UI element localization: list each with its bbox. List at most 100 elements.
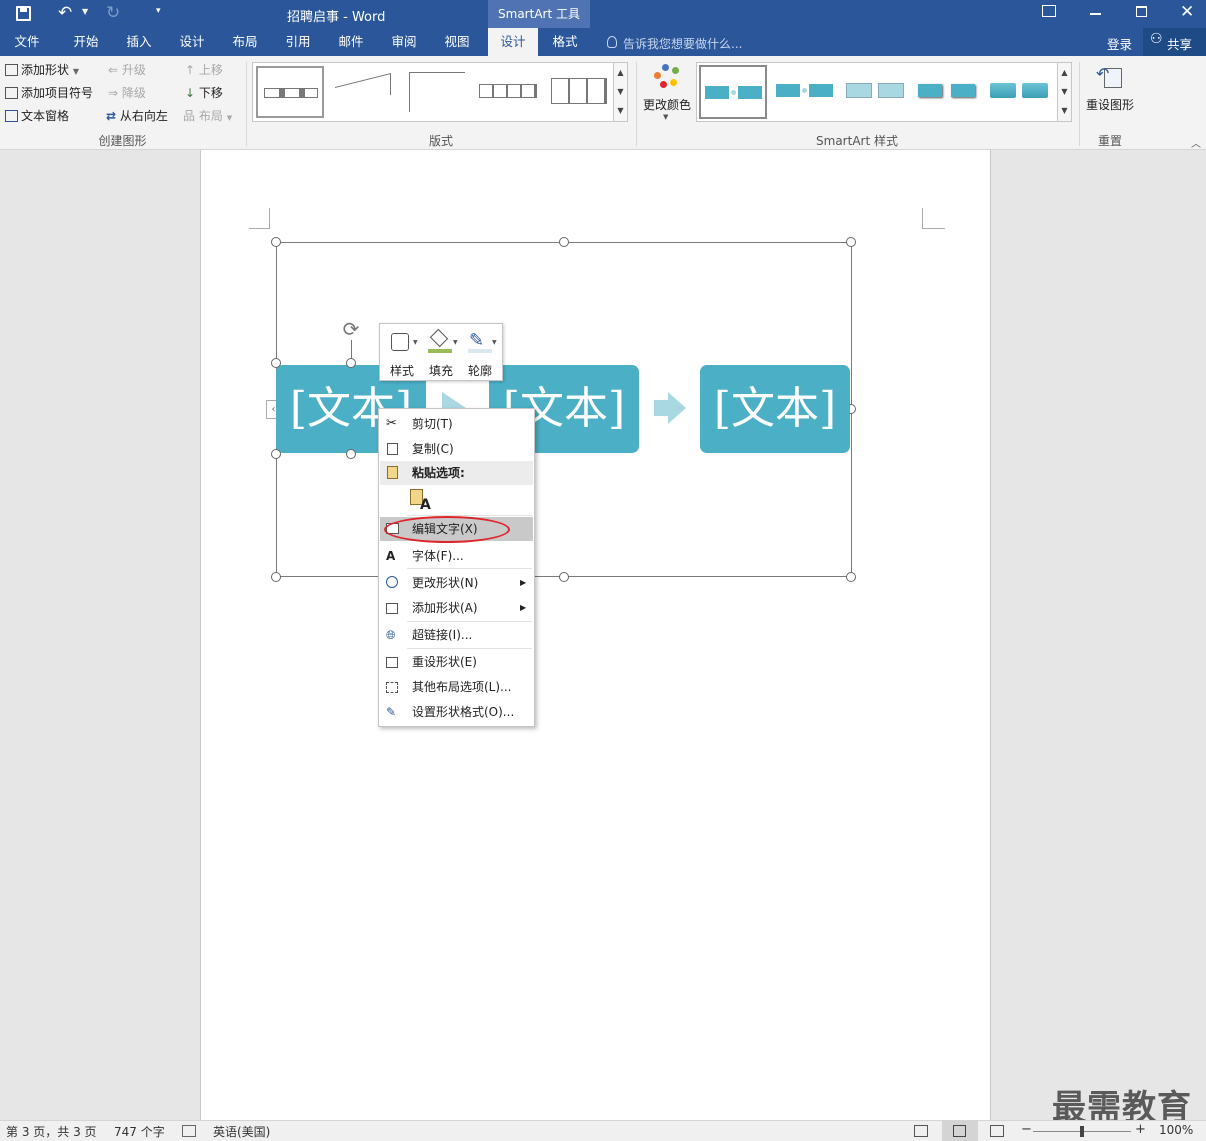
menu-item-change-shape[interactable]: 更改形状(N) ▶ <box>380 571 533 595</box>
style-option-intense-effect[interactable] <box>987 65 1053 119</box>
arrow-up-icon: ↑ <box>185 63 196 77</box>
shape-outline-button[interactable]: ✎ ▼ 轮廓 <box>460 326 500 378</box>
shape-resize-handle[interactable] <box>271 358 281 368</box>
demote-button[interactable]: ⇒ 降级 <box>108 84 146 102</box>
right-to-left-label: 从右向左 <box>119 109 168 123</box>
menu-item-copy[interactable]: 复制(C) <box>380 437 533 461</box>
shape-resize-handle[interactable] <box>346 358 356 368</box>
tab-view[interactable]: 视图 <box>433 28 481 56</box>
tab-insert[interactable]: 插入 <box>115 28 163 56</box>
scroll-down-icon[interactable]: ▼ <box>1058 82 1071 101</box>
menu-item-more-layout-options[interactable]: 其他布局选项(L)... <box>380 675 533 699</box>
layout-option-step-process[interactable] <box>329 66 397 118</box>
tell-me-box[interactable]: 告诉我您想要做什么... <box>623 35 742 52</box>
layouts-scroll[interactable]: ▲ ▼ ▼ <box>613 63 627 121</box>
print-layout-icon[interactable] <box>942 1121 978 1141</box>
maximize-button[interactable] <box>1136 6 1147 17</box>
styles-scroll[interactable]: ▲ ▼ ▼ <box>1057 63 1071 121</box>
zoom-slider-track[interactable] <box>1033 1126 1131 1137</box>
add-bullet-button[interactable]: 添加项目符号 <box>5 84 93 102</box>
shape-fill-button[interactable]: ▼ 填充 <box>422 326 460 378</box>
collapse-ribbon-icon[interactable]: ︿ <box>1191 135 1201 150</box>
tab-review[interactable]: 审阅 <box>380 28 428 56</box>
tab-home[interactable]: 开始 <box>62 28 110 56</box>
menu-item-label: 复制(C) <box>412 442 454 456</box>
frame-resize-handle[interactable] <box>559 237 569 247</box>
scroll-down-icon[interactable]: ▼ <box>614 82 627 101</box>
arrow-down-icon: ↓ <box>185 86 196 100</box>
menu-item-add-shape[interactable]: 添加形状(A) ▶ <box>380 596 533 620</box>
promote-button[interactable]: ⇐ 升级 <box>108 61 146 79</box>
tab-layout[interactable]: 布局 <box>221 28 269 56</box>
menu-item-label: 粘贴选项: <box>412 466 465 480</box>
tab-references[interactable]: 引用 <box>274 28 322 56</box>
web-layout-icon[interactable] <box>990 1125 1004 1137</box>
gallery-more-icon[interactable]: ▼ <box>614 101 627 120</box>
shape-resize-handle[interactable] <box>346 449 356 459</box>
tab-smartart-format[interactable]: 格式 <box>541 28 589 56</box>
frame-resize-handle[interactable] <box>559 572 569 582</box>
tab-design[interactable]: 设计 <box>168 28 216 56</box>
shape-style-button[interactable]: ▼ 样式 <box>382 326 422 378</box>
frame-resize-handle[interactable] <box>846 237 856 247</box>
menu-item-format-shape[interactable]: ✎ 设置形状格式(O)... <box>380 700 533 724</box>
zoom-in-button[interactable]: + <box>1135 1122 1146 1137</box>
style-option-white-outline[interactable] <box>773 65 839 119</box>
scroll-up-icon[interactable]: ▲ <box>614 63 627 82</box>
menu-item-label: 设置形状格式(O)... <box>412 705 515 719</box>
save-icon[interactable] <box>16 6 31 21</box>
layout-option-alternating-flow[interactable] <box>475 66 543 118</box>
language-indicator[interactable]: 英语(美国) <box>213 1123 270 1140</box>
read-mode-icon[interactable] <box>914 1125 928 1137</box>
undo-icon[interactable]: ↶ <box>58 3 72 23</box>
layout-option-basic-process[interactable] <box>256 66 324 118</box>
right-to-left-button[interactable]: ⇄ 从右向左 <box>106 107 168 125</box>
reset-graphic-button[interactable]: ↶ 重设图形 <box>1084 62 1136 122</box>
undo-dropdown-icon[interactable]: ▼ <box>82 7 88 16</box>
tab-file[interactable]: 文件 <box>2 28 52 56</box>
frame-resize-handle[interactable] <box>846 572 856 582</box>
frame-resize-handle[interactable] <box>271 572 281 582</box>
tab-mailings[interactable]: 邮件 <box>327 28 375 56</box>
shape-resize-handle[interactable] <box>271 449 281 459</box>
zoom-slider-thumb[interactable] <box>1080 1126 1084 1137</box>
close-button[interactable]: ✕ <box>1180 2 1194 22</box>
change-colors-button[interactable]: 更改颜色 ▼ <box>641 62 693 128</box>
menu-item-hyperlink[interactable]: 🌐︎ 超链接(I)... <box>380 623 533 647</box>
menu-item-cut[interactable]: ✂ 剪切(T) <box>380 412 533 436</box>
process-arrow <box>668 392 686 424</box>
move-down-button[interactable]: ↓ 下移 <box>185 84 223 102</box>
minimize-button[interactable] <box>1090 13 1101 15</box>
tab-smartart-design[interactable]: 设计 <box>488 28 538 56</box>
customize-qat-icon[interactable]: ▾ <box>156 6 161 16</box>
layout-thumbnail <box>479 84 537 98</box>
text-pane-button[interactable]: 文本窗格 <box>5 107 69 125</box>
gallery-more-icon[interactable]: ▼ <box>1058 101 1071 120</box>
layout-option-continuous-block[interactable] <box>547 66 613 118</box>
style-thumbnail <box>846 83 872 98</box>
page-count[interactable]: 第 3 页，共 3 页 <box>6 1123 97 1140</box>
style-option-simple-fill[interactable] <box>699 65 767 119</box>
smartart-shape-3[interactable]: [文本] <box>700 365 850 453</box>
style-option-subtle-effect[interactable] <box>843 65 909 119</box>
proofing-icon[interactable] <box>182 1125 196 1137</box>
move-up-button[interactable]: ↑ 上移 <box>185 61 223 79</box>
menu-item-font[interactable]: A 字体(F)... <box>380 544 533 568</box>
rotate-handle-icon[interactable]: ⟳ <box>340 318 362 340</box>
add-shape-button[interactable]: 添加形状 ▼ <box>5 61 79 79</box>
zoom-out-button[interactable]: − <box>1021 1122 1032 1137</box>
share-label: 共享 <box>1167 37 1193 52</box>
share-button[interactable]: ⚇ 共享 <box>1143 28 1206 56</box>
zoom-level[interactable]: 100% <box>1159 1123 1193 1137</box>
menu-item-reset-shape[interactable]: 重设形状(E) <box>380 650 533 674</box>
ribbon-display-options-icon[interactable] <box>1042 5 1056 17</box>
menu-item-label: 重设形状(E) <box>412 655 477 669</box>
frame-resize-handle[interactable] <box>271 237 281 247</box>
scroll-up-icon[interactable]: ▲ <box>1058 63 1071 82</box>
layout-button[interactable]: 品 布局 ▼ <box>183 107 232 125</box>
word-count[interactable]: 747 个字 <box>114 1123 165 1140</box>
sign-in-link[interactable]: 登录 <box>1107 34 1132 53</box>
style-option-moderate-effect[interactable] <box>915 65 981 119</box>
layout-option-hierarchy-process[interactable] <box>403 66 471 118</box>
paste-keep-text-only-icon[interactable]: A <box>409 489 431 513</box>
